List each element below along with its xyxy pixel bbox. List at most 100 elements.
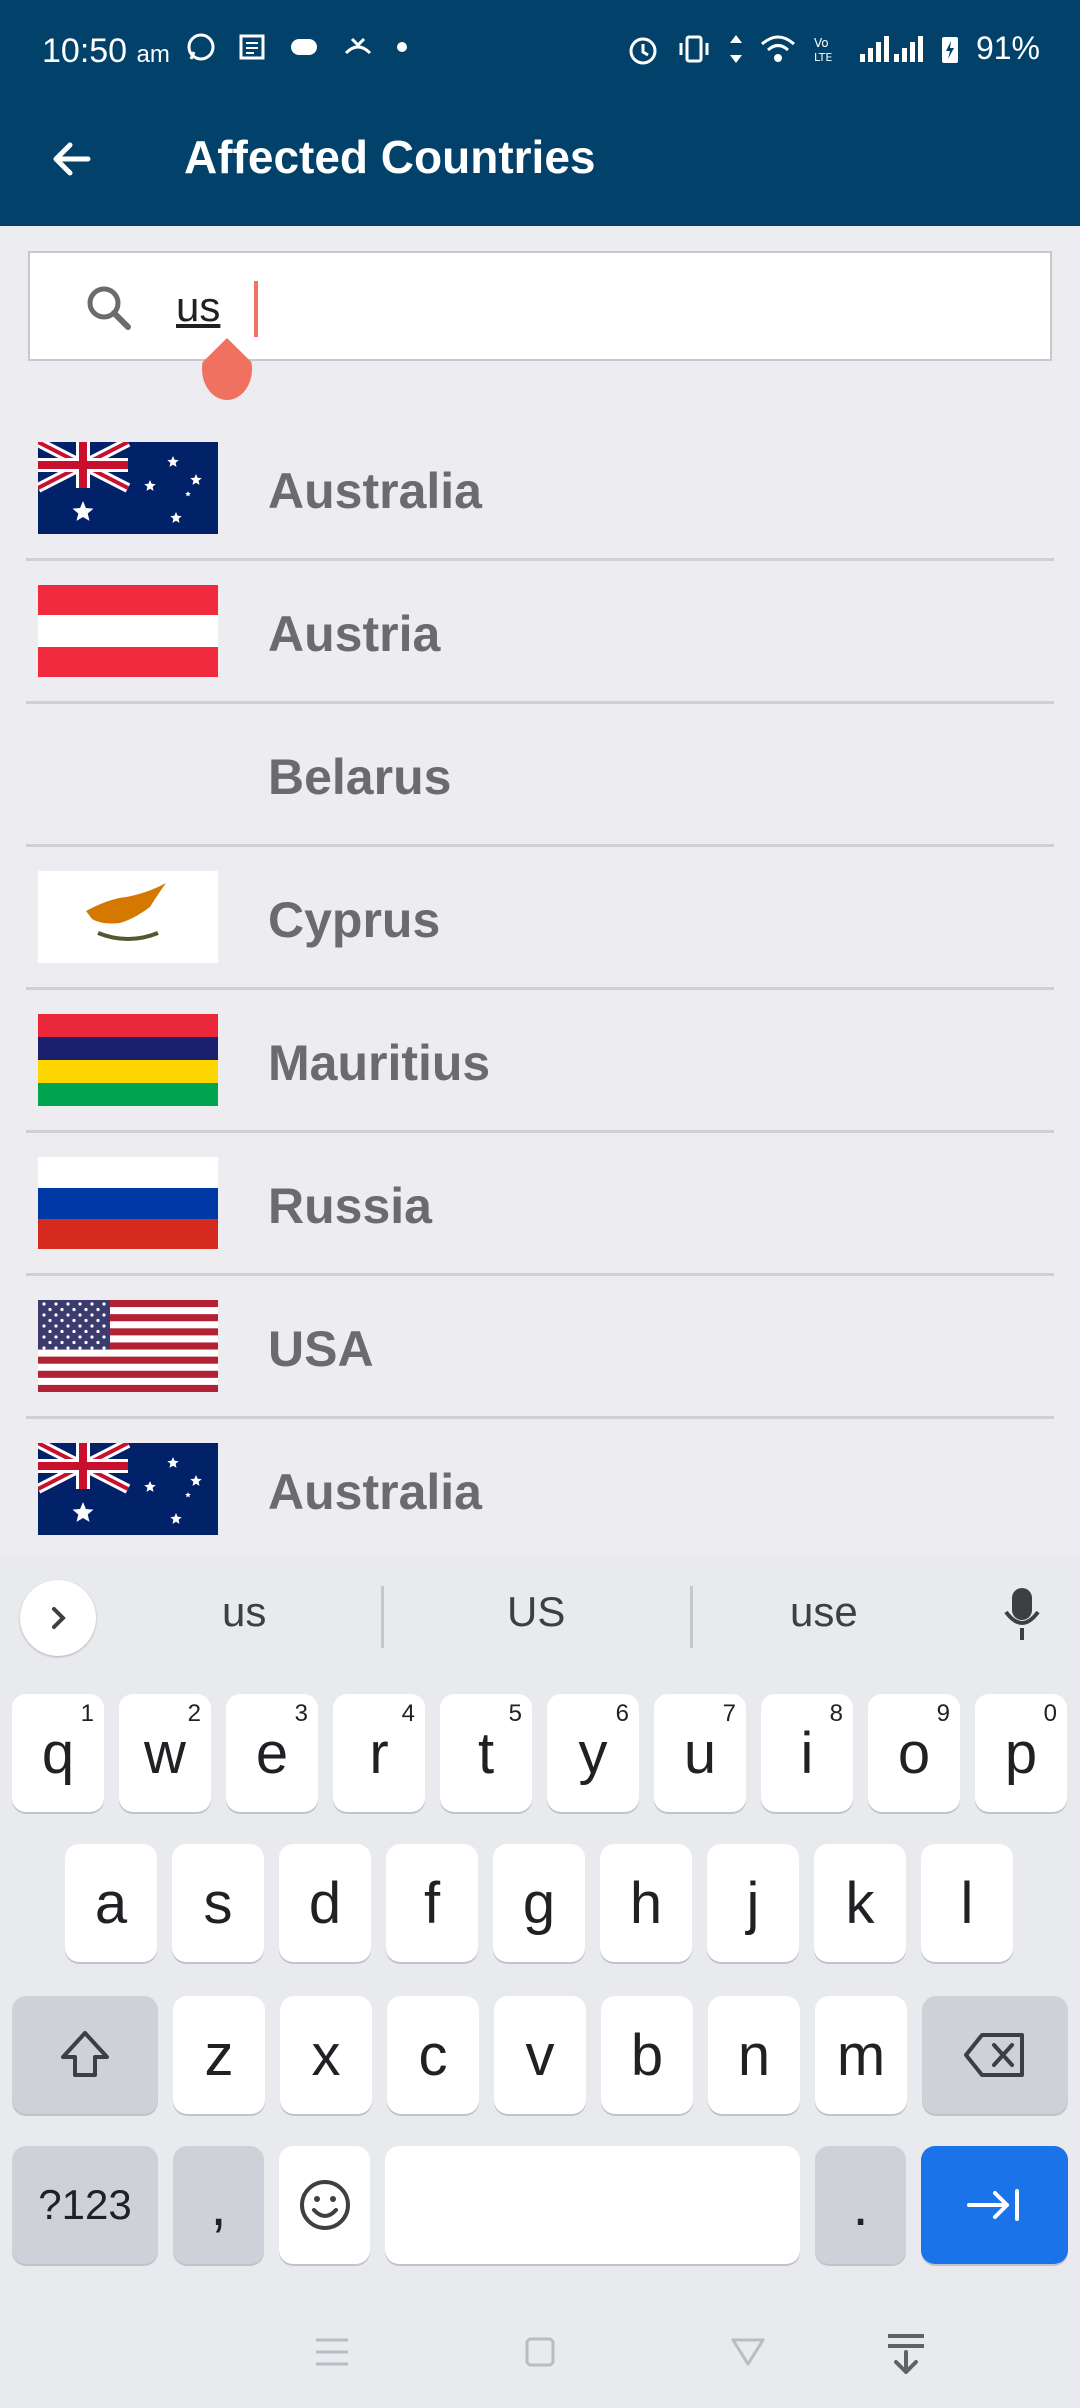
key-x[interactable]: x	[280, 1996, 372, 2114]
alarm-icon	[629, 37, 657, 64]
volte-icon: VoLTE	[814, 36, 832, 64]
key-label: l	[960, 1870, 974, 1936]
menu-icon[interactable]	[314, 2336, 350, 2368]
key-z[interactable]: z	[173, 1996, 265, 2114]
key-b[interactable]: b	[601, 1996, 693, 2114]
key-label: m	[836, 2022, 886, 2088]
key-hint-number: 1	[80, 1700, 94, 1727]
battery-percent: 91%	[975, 30, 1040, 66]
search-icon	[87, 286, 131, 330]
country-row[interactable]: Austria	[0, 561, 1080, 704]
key-h[interactable]: h	[600, 1844, 692, 1962]
home-icon[interactable]	[524, 2336, 556, 2368]
app-bar: Affected Countries	[0, 104, 1080, 226]
key-label: z	[204, 2022, 234, 2088]
key-s[interactable]: s	[172, 1844, 264, 1962]
key-k[interactable]: k	[814, 1844, 906, 1962]
key-label: a	[94, 1870, 128, 1936]
vibrate-icon	[679, 35, 709, 62]
country-row[interactable]: Australia	[0, 1419, 1080, 1562]
key-c[interactable]: c	[387, 1996, 479, 2114]
back-button[interactable]	[40, 127, 104, 191]
country-row[interactable]: USA	[0, 1276, 1080, 1419]
emoji-key[interactable]	[279, 2146, 370, 2264]
backspace-key[interactable]	[922, 1996, 1068, 2114]
key-label: w	[144, 1720, 186, 1786]
back-arrow-icon	[53, 142, 91, 176]
key-o[interactable]: o9	[868, 1694, 960, 1812]
key-label: x	[311, 2022, 341, 2088]
period-key[interactable]: .	[815, 2146, 906, 2264]
search-field[interactable]	[28, 251, 1052, 361]
soft-keyboard: us US use q1w2e3r4t5y6u7i8o9p0asdfghjklz…	[0, 1556, 1080, 2408]
key-e[interactable]: e3	[226, 1694, 318, 1812]
hide-keyboard-icon[interactable]	[886, 2332, 926, 2376]
key-j[interactable]: j	[707, 1844, 799, 1962]
key-d[interactable]: d	[279, 1844, 371, 1962]
country-row[interactable]: Australia	[0, 418, 1080, 561]
country-row[interactable]: Belarus	[0, 704, 1080, 847]
key-label: r	[369, 1720, 389, 1786]
battery-charging-icon	[941, 36, 958, 63]
symbols-key[interactable]: ?123	[12, 2146, 158, 2264]
key-a[interactable]: a	[65, 1844, 157, 1962]
key-q[interactable]: q1	[12, 1694, 104, 1812]
suggestion-1[interactable]: us	[222, 1588, 266, 1636]
key-u[interactable]: u7	[654, 1694, 746, 1812]
wifi-icon	[760, 35, 795, 62]
key-m[interactable]: m	[815, 1996, 907, 2114]
country-name: Austria	[268, 606, 441, 662]
key-i[interactable]: i8	[761, 1694, 853, 1812]
key-label: v	[525, 2022, 555, 2088]
key-label: h	[629, 1870, 663, 1936]
back-nav-icon[interactable]	[730, 2336, 766, 2368]
key-label: b	[630, 2022, 664, 2088]
key-hint-number: 9	[936, 1700, 950, 1727]
austria-flag-icon	[38, 585, 218, 677]
key-p[interactable]: p0	[975, 1694, 1067, 1812]
key-t[interactable]: t5	[440, 1694, 532, 1812]
suggestion-3[interactable]: use	[790, 1588, 858, 1636]
suggestion-divider	[690, 1586, 693, 1648]
key-v[interactable]: v	[494, 1996, 586, 2114]
next-key[interactable]	[921, 2146, 1068, 2264]
shift-key[interactable]	[12, 1996, 158, 2114]
status-time: 10:50 am	[42, 32, 170, 71]
key-hint-number: 8	[829, 1700, 843, 1727]
key-hint-number: 5	[508, 1700, 522, 1727]
key-label: u	[683, 1720, 717, 1786]
space-key[interactable]	[385, 2146, 800, 2264]
key-label: y	[578, 1720, 608, 1786]
key-label: s	[203, 1870, 233, 1936]
country-row[interactable]: Cyprus	[0, 847, 1080, 990]
key-g[interactable]: g	[493, 1844, 585, 1962]
mauritius-flag-icon	[38, 1014, 218, 1106]
country-row[interactable]: Mauritius	[0, 990, 1080, 1133]
key-n[interactable]: n	[708, 1996, 800, 2114]
key-label: o	[897, 1720, 931, 1786]
comma-key[interactable]: ,	[173, 2146, 264, 2264]
key-hint-number: 6	[615, 1700, 629, 1727]
key-w[interactable]: w2	[119, 1694, 211, 1812]
key-l[interactable]: l	[921, 1844, 1013, 1962]
key-y[interactable]: y6	[547, 1694, 639, 1812]
news-icon	[239, 34, 265, 60]
game-icon	[291, 39, 317, 55]
key-f[interactable]: f	[386, 1844, 478, 1962]
dot-icon	[397, 42, 407, 52]
key-hint-number: 0	[1043, 1700, 1057, 1727]
key-label: p	[1004, 1720, 1038, 1786]
russia-flag-icon	[38, 1157, 218, 1249]
suggestion-2[interactable]: US	[507, 1588, 565, 1636]
expand-toolbar-button[interactable]	[20, 1580, 96, 1656]
microphone-icon[interactable]	[1000, 1584, 1044, 1644]
tab-arrow-icon	[966, 2189, 1019, 2221]
key-r[interactable]: r4	[333, 1694, 425, 1812]
notification-icons	[186, 32, 408, 62]
missed-call-icon	[344, 37, 372, 55]
shift-icon	[61, 2031, 109, 2077]
search-input[interactable]	[176, 279, 996, 335]
australia-flag-icon	[35, 437, 218, 534]
country-row[interactable]: Russia	[0, 1133, 1080, 1276]
svg-text:Vo: Vo	[814, 36, 829, 50]
